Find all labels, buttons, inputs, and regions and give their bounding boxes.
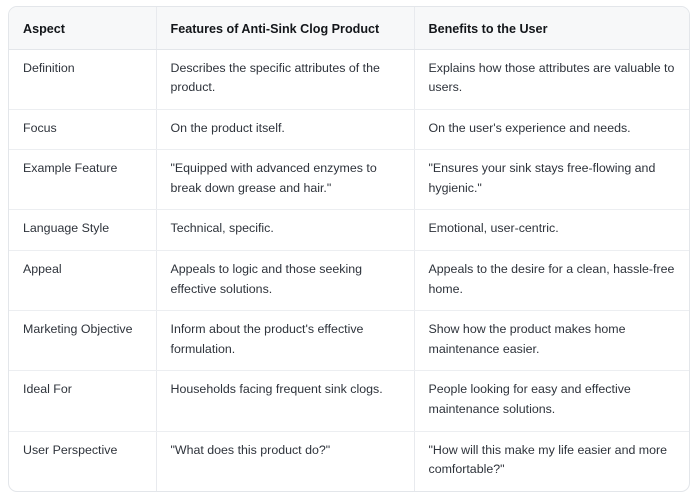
cell-aspect: Marketing Objective	[9, 310, 157, 372]
cell-feature: "Our product works fast to clear blocked…	[156, 491, 414, 492]
table-row: Example Feature "Equipped with advanced …	[9, 149, 689, 211]
table-row: Definition Describes the specific attrib…	[9, 49, 689, 110]
cell-feature: Technical, specific.	[156, 209, 415, 252]
table-row: Ideal For Households facing frequent sin…	[9, 370, 689, 432]
cell-benefit: "Enjoy a clog-free sink without the need…	[414, 491, 689, 492]
cell-aspect: Example Feature	[9, 149, 157, 211]
cell-aspect: Language Style	[9, 209, 157, 252]
table-body: Definition Describes the specific attrib…	[9, 49, 689, 492]
cell-aspect: User Perspective	[9, 431, 157, 491]
cell-benefit: People looking for easy and effective ma…	[414, 370, 689, 432]
cell-benefit: On the user's experience and needs.	[414, 109, 689, 151]
cell-feature: "Equipped with advanced enzymes to break…	[156, 149, 415, 211]
comparison-table: Aspect Features of Anti-Sink Clog Produc…	[9, 7, 689, 492]
cell-benefit: Explains how those attributes are valuab…	[414, 49, 689, 110]
cell-benefit: Appeals to the desire for a clean, hassl…	[414, 250, 689, 312]
comparison-table-container: Aspect Features of Anti-Sink Clog Produc…	[8, 6, 690, 492]
cell-feature: Appeals to logic and those seeking effec…	[156, 250, 415, 312]
cell-aspect: Ideal For	[9, 370, 157, 432]
column-header-features: Features of Anti-Sink Clog Product	[156, 7, 415, 50]
table-row: User Perspective "What does this product…	[9, 431, 689, 491]
table-row: Example in Action "Our product works fas…	[9, 491, 689, 492]
column-header-benefits: Benefits to the User	[414, 7, 689, 50]
cell-aspect: Example in Action	[9, 491, 156, 492]
table-header-row: Aspect Features of Anti-Sink Clog Produc…	[9, 7, 689, 50]
cell-feature: On the product itself.	[156, 109, 415, 151]
cell-aspect: Focus	[9, 109, 157, 151]
cell-feature: Households facing frequent sink clogs.	[156, 370, 415, 432]
table-row: Language Style Technical, specific. Emot…	[9, 209, 689, 252]
cell-benefit: Show how the product makes home maintena…	[414, 310, 689, 372]
cell-feature: "What does this product do?"	[156, 431, 415, 491]
column-header-aspect: Aspect	[9, 7, 157, 50]
cell-benefit: "Ensures your sink stays free-flowing an…	[414, 149, 689, 211]
table-row: Focus On the product itself. On the user…	[9, 109, 689, 151]
table-row: Marketing Objective Inform about the pro…	[9, 310, 689, 372]
cell-benefit: "How will this make my life easier and m…	[414, 431, 689, 491]
cell-aspect: Appeal	[9, 250, 157, 312]
table-header: Aspect Features of Anti-Sink Clog Produc…	[9, 7, 689, 50]
cell-feature: Inform about the product's effective for…	[156, 310, 415, 372]
cell-aspect: Definition	[9, 49, 157, 110]
table-row: Appeal Appeals to logic and those seekin…	[9, 250, 689, 312]
cell-benefit: Emotional, user-centric.	[414, 209, 689, 252]
cell-feature: Describes the specific attributes of the…	[156, 49, 415, 110]
